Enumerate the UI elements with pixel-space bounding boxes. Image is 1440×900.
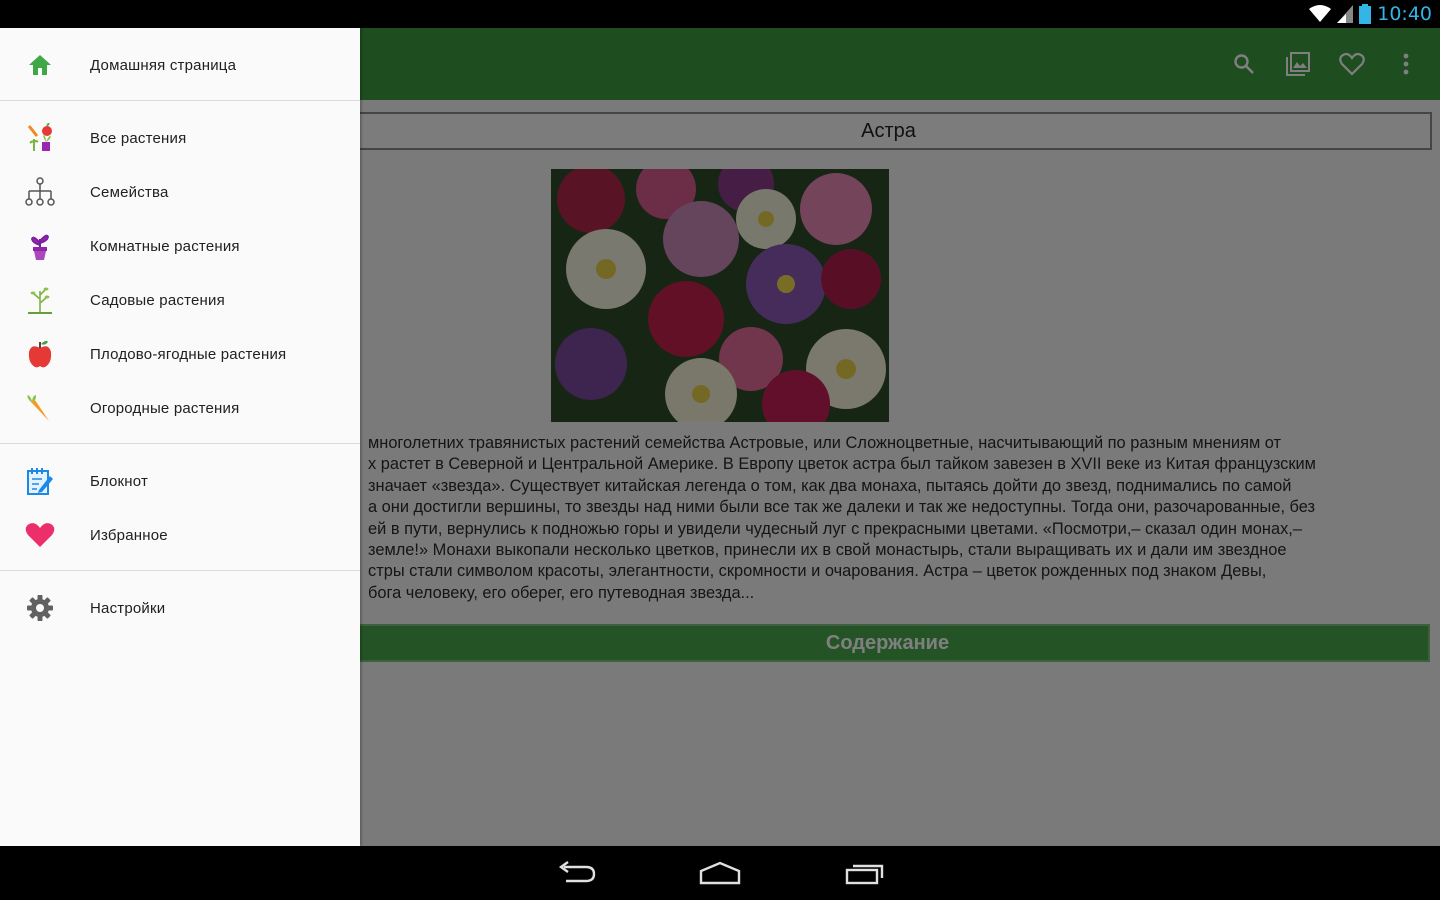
- garden-sprout-icon: [28, 287, 52, 314]
- drawer-item-label: Плодово-ягодные растения: [90, 345, 287, 363]
- back-button[interactable]: [551, 858, 601, 888]
- drawer-item-label: Комнатные растения: [90, 237, 240, 255]
- wifi-icon: [1309, 5, 1332, 22]
- home-icon: [29, 55, 51, 75]
- clock: 10:40: [1377, 3, 1432, 25]
- back-icon: [558, 861, 596, 883]
- drawer-item-label: Домашняя страница: [90, 56, 237, 74]
- drawer-item-all-plants[interactable]: Все растения: [0, 111, 360, 165]
- drawer-item-label: Огородные растения: [90, 399, 240, 417]
- drawer-item-settings[interactable]: Настройки: [0, 581, 360, 635]
- drawer-divider: [0, 100, 360, 101]
- favorite-heart-icon: [25, 523, 55, 547]
- home-nav-button[interactable]: [695, 858, 745, 888]
- drawer-item-label: Семейства: [90, 183, 169, 201]
- drawer-item-fruit-plants[interactable]: Плодово-ягодные растения: [0, 327, 360, 381]
- drawer-item-label: Блокнот: [90, 472, 149, 490]
- potted-plant-icon: [30, 234, 50, 260]
- drawer-divider: [0, 443, 360, 444]
- carrot-icon: [27, 395, 49, 421]
- recents-button[interactable]: [840, 858, 890, 888]
- all-plants-icon: [27, 123, 52, 151]
- gear-icon: [27, 595, 53, 621]
- drawer-item-label: Садовые растения: [90, 291, 225, 309]
- drawer-item-indoor-plants[interactable]: Комнатные растения: [0, 219, 360, 273]
- apple-icon: [28, 340, 52, 368]
- drawer-item-notepad[interactable]: Блокнот: [0, 454, 360, 508]
- drawer-item-garden-plants[interactable]: Садовые растения: [0, 273, 360, 327]
- drawer-item-families[interactable]: Семейства: [0, 165, 360, 219]
- drawer-item-label: Настройки: [90, 599, 166, 617]
- family-tree-icon: [25, 177, 55, 206]
- cell-signal-icon: [1337, 5, 1354, 23]
- navigation-drawer: Домашняя страница Все растения Семейства…: [0, 28, 360, 846]
- system-nav-bar: [0, 846, 1440, 900]
- recents-icon: [845, 864, 884, 885]
- drawer-item-vegetable-plants[interactable]: Огородные растения: [0, 381, 360, 435]
- home-nav-icon: [699, 861, 741, 885]
- drawer-divider: [0, 570, 360, 571]
- notepad-icon: [27, 468, 53, 495]
- drawer-item-home[interactable]: Домашняя страница: [0, 38, 360, 92]
- drawer-item-label: Избранное: [90, 526, 168, 544]
- status-bar: 10:40: [0, 0, 1440, 28]
- drawer-item-favorites[interactable]: Избранное: [0, 508, 360, 562]
- drawer-item-label: Все растения: [90, 129, 187, 147]
- battery-icon: [1359, 4, 1372, 24]
